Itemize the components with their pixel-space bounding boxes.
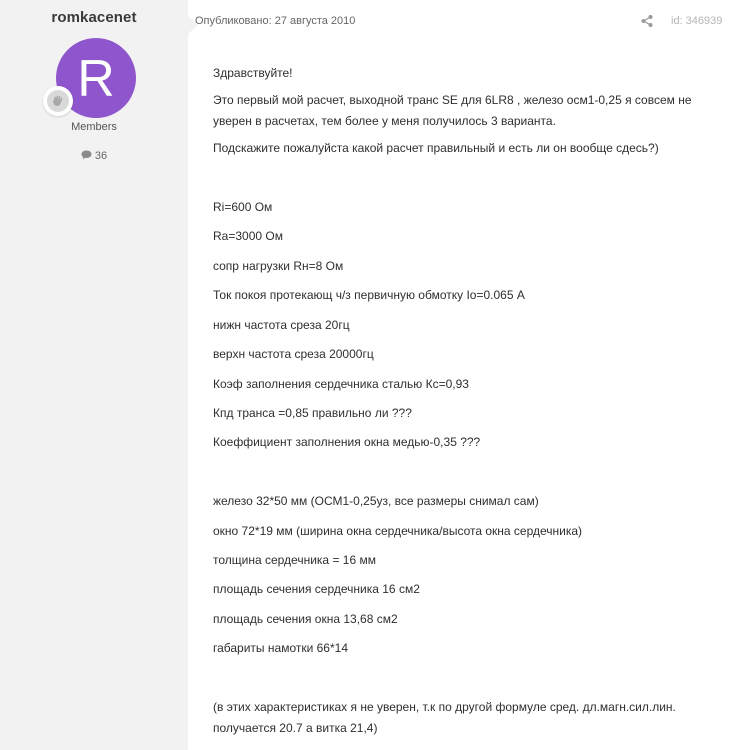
hand-badge-icon bbox=[47, 90, 69, 112]
post-id[interactable]: id: 346939 bbox=[671, 15, 722, 27]
post-line: Это первый мой расчет, выходной транс SE… bbox=[213, 93, 692, 128]
post-count[interactable]: 36 bbox=[0, 150, 188, 163]
post-line: Ra=3000 Ом bbox=[213, 229, 283, 243]
post-line: Коэф заполнения сердечника сталью Кс=0,9… bbox=[213, 377, 469, 391]
post-line: Ri=600 Ом bbox=[213, 200, 273, 214]
post-line: Подскажите пожалуйста какой расчет прави… bbox=[213, 141, 659, 155]
post-line: окно 72*19 мм (ширина окна сердечника/вы… bbox=[213, 524, 583, 538]
rank-badge bbox=[43, 86, 73, 116]
post-line: толщина сердечника = 16 мм bbox=[213, 553, 376, 567]
post-line: нижн частота среза 20гц bbox=[213, 318, 350, 332]
post-line: Ток покоя протекающ ч/з первичную обмотк… bbox=[213, 288, 525, 302]
share-icon[interactable] bbox=[640, 14, 654, 28]
forum-post: romkacenet R Members 36 Опубликовано: 27… bbox=[0, 0, 746, 750]
member-group: Members bbox=[71, 121, 117, 133]
author-sidebar: romkacenet R Members 36 bbox=[0, 0, 198, 750]
post-line: Здравствуйте! bbox=[213, 66, 293, 80]
post-line: верхн частота среза 20000гц bbox=[213, 347, 374, 361]
post-line: Коеффициент заполнения окна медью-0,35 ?… bbox=[213, 435, 481, 449]
post-line: (в этих характеристиках я не уверен, т.к… bbox=[213, 700, 676, 735]
post-line: железо 32*50 мм (ОСМ1-0,25уз, все размер… bbox=[213, 494, 539, 508]
post-date[interactable]: Опубликовано: 27 августа 2010 bbox=[195, 15, 355, 27]
comment-icon bbox=[81, 150, 92, 163]
post-line: площадь сечения сердечника 16 см2 bbox=[213, 582, 420, 596]
post-line: площадь сечения окна 13,68 см2 bbox=[213, 612, 398, 626]
author-username[interactable]: romkacenet bbox=[0, 9, 188, 26]
post-line: Кпд транса =0,85 правильно ли ??? bbox=[213, 406, 412, 420]
post-count-value: 36 bbox=[94, 150, 108, 162]
post-line: габариты намотки 66*14 bbox=[213, 641, 348, 655]
post-line: сопр нагрузки Rн=8 Ом bbox=[213, 259, 344, 273]
